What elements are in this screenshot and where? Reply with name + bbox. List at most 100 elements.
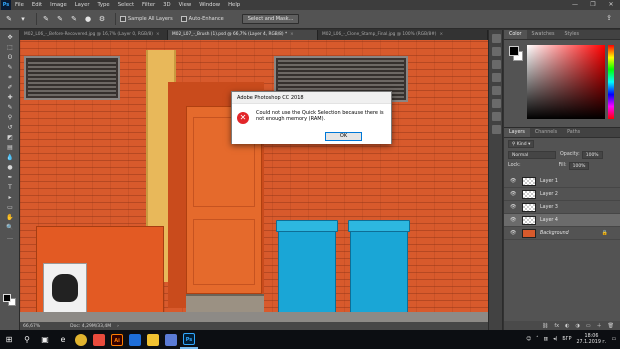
tab-brush[interactable]: M02_L07_-_Brush (1).psd @ 66,7% (Layer 4…: [168, 30, 318, 40]
minimize-button[interactable]: —: [566, 0, 584, 10]
move-tool-icon[interactable]: ✥: [2, 33, 18, 43]
sample-all-layers-checkbox[interactable]: [120, 16, 126, 22]
layer-row-background[interactable]: 👁 Background 🔒: [504, 227, 620, 240]
layer-row[interactable]: 👁 Layer 1: [504, 175, 620, 188]
quick-selection-tool-icon[interactable]: ✎: [4, 14, 14, 24]
eyedropper-tool-icon[interactable]: ✐: [2, 83, 18, 93]
adjustment-icon[interactable]: ◑: [576, 323, 580, 329]
tab-clone-stamp-final[interactable]: M02_L06_-_Clone_Stamp_Final.jpg @ 100% (…: [318, 30, 488, 40]
menu-edit[interactable]: Edit: [28, 2, 46, 8]
dodge-tool-icon[interactable]: ●: [2, 163, 18, 173]
ok-button[interactable]: OK: [325, 132, 362, 141]
taskbar-app[interactable]: [72, 330, 90, 349]
tab-styles[interactable]: Styles: [559, 30, 584, 39]
mask-icon[interactable]: ◐: [565, 323, 569, 329]
lasso-tool-icon[interactable]: ʘ: [2, 53, 18, 63]
libraries-panel-icon[interactable]: [492, 73, 501, 82]
layer-row[interactable]: 👁 Layer 2: [504, 188, 620, 201]
fill-input[interactable]: 100%: [568, 161, 590, 170]
close-icon[interactable]: ×: [290, 32, 294, 37]
taskbar-app[interactable]: [126, 330, 144, 349]
eye-icon[interactable]: 👁: [510, 230, 518, 236]
input-language[interactable]: БГР: [562, 337, 571, 342]
foreground-color-swatch[interactable]: [3, 294, 11, 302]
layer-name[interactable]: Layer 3: [540, 205, 558, 210]
status-menu-arrow-icon[interactable]: ›: [117, 324, 119, 329]
taskbar-app[interactable]: [162, 330, 180, 349]
new-layer-icon[interactable]: ＋: [597, 322, 602, 329]
info-panel-icon[interactable]: [492, 125, 501, 134]
eye-icon[interactable]: 👁: [510, 217, 518, 223]
taskbar-app-active[interactable]: Ps: [180, 330, 198, 349]
layer-name[interactable]: Background: [540, 231, 569, 236]
task-view-icon[interactable]: ▣: [36, 330, 54, 349]
brush-tool-icon[interactable]: ✎: [2, 103, 18, 113]
add-to-selection-icon[interactable]: ✎: [55, 14, 65, 24]
foreground-color-chip[interactable]: [509, 46, 519, 56]
clock[interactable]: 18:06 27.1.2019 г.: [576, 334, 606, 346]
path-selection-tool-icon[interactable]: ▸: [2, 193, 18, 203]
brush-settings-icon[interactable]: ⚙: [97, 14, 107, 24]
tab-channels[interactable]: Channels: [530, 128, 562, 137]
adjustments-panel-icon[interactable]: [492, 60, 501, 69]
properties-panel-icon[interactable]: [492, 47, 501, 56]
character-panel-icon[interactable]: [492, 99, 501, 108]
menu-view[interactable]: View: [175, 2, 196, 8]
trash-icon[interactable]: 🗑: [608, 323, 614, 329]
link-icon[interactable]: ⛓: [542, 323, 548, 329]
tab-paths[interactable]: Paths: [562, 128, 585, 137]
search-icon[interactable]: ⚲: [18, 330, 36, 349]
taskbar-app[interactable]: [144, 330, 162, 349]
paragraph-panel-icon[interactable]: [492, 112, 501, 121]
layer-name[interactable]: Layer 2: [540, 192, 558, 197]
tab-layers[interactable]: Layers: [504, 128, 530, 137]
menu-filter[interactable]: Filter: [138, 2, 159, 8]
more-tools-icon[interactable]: …: [2, 233, 18, 243]
fx-icon[interactable]: fx: [554, 323, 559, 329]
menu-window[interactable]: Window: [195, 2, 224, 8]
eye-icon[interactable]: 👁: [510, 204, 518, 210]
tab-before-recovered[interactable]: M02_L06_-_Before-Recovered.jpg @ 16,7% (…: [20, 30, 168, 40]
blend-mode-select[interactable]: Normal: [508, 150, 556, 159]
volume-icon[interactable]: ◂): [553, 337, 557, 342]
opacity-input[interactable]: 100%: [581, 150, 603, 159]
new-selection-icon[interactable]: ✎: [41, 14, 51, 24]
tab-swatches[interactable]: Swatches: [527, 30, 560, 39]
edge-icon[interactable]: e: [54, 330, 72, 349]
eraser-tool-icon[interactable]: ◩: [2, 133, 18, 143]
tool-preset-dropdown-icon[interactable]: ▾: [18, 14, 28, 24]
notifications-icon[interactable]: ▭: [611, 337, 616, 342]
layer-name[interactable]: Layer 4: [540, 218, 558, 223]
share-icon[interactable]: ⇪: [604, 14, 614, 24]
gradient-tool-icon[interactable]: ▤: [2, 143, 18, 153]
menu-layer[interactable]: Layer: [71, 2, 94, 8]
blur-tool-icon[interactable]: 💧: [2, 153, 18, 163]
tab-color[interactable]: Color: [504, 30, 527, 39]
quick-selection-tool-icon[interactable]: ✎: [2, 63, 18, 73]
layer-row[interactable]: 👁 Layer 3: [504, 201, 620, 214]
rectangle-tool-icon[interactable]: ▭: [2, 203, 18, 213]
healing-brush-tool-icon[interactable]: ✚: [2, 93, 18, 103]
taskbar-app[interactable]: Ai: [108, 330, 126, 349]
group-icon[interactable]: ▭: [586, 323, 591, 329]
zoom-level[interactable]: 66,67%: [23, 324, 40, 329]
eye-icon[interactable]: 👁: [510, 191, 518, 197]
marquee-tool-icon[interactable]: ⬚: [2, 43, 18, 53]
clone-stamp-tool-icon[interactable]: ⚲: [2, 113, 18, 123]
eye-icon[interactable]: 👁: [510, 178, 518, 184]
history-brush-tool-icon[interactable]: ↺: [2, 123, 18, 133]
restore-button[interactable]: ❐: [584, 0, 602, 10]
close-icon[interactable]: ×: [156, 32, 160, 37]
history-panel-icon[interactable]: [492, 34, 501, 43]
layer-name[interactable]: Layer 1: [540, 179, 558, 184]
menu-help[interactable]: Help: [224, 2, 244, 8]
close-icon[interactable]: ×: [439, 32, 443, 37]
type-tool-icon[interactable]: T: [2, 183, 18, 193]
hand-tool-icon[interactable]: ✋: [2, 213, 18, 223]
menu-image[interactable]: Image: [46, 2, 71, 8]
show-hidden-icons-icon[interactable]: ˄: [536, 337, 538, 342]
subtract-from-selection-icon[interactable]: ✎: [69, 14, 79, 24]
brush-size-icon[interactable]: ●: [83, 14, 93, 24]
auto-enhance-checkbox[interactable]: [180, 16, 187, 22]
windows-start-icon[interactable]: ⊞: [0, 330, 18, 349]
